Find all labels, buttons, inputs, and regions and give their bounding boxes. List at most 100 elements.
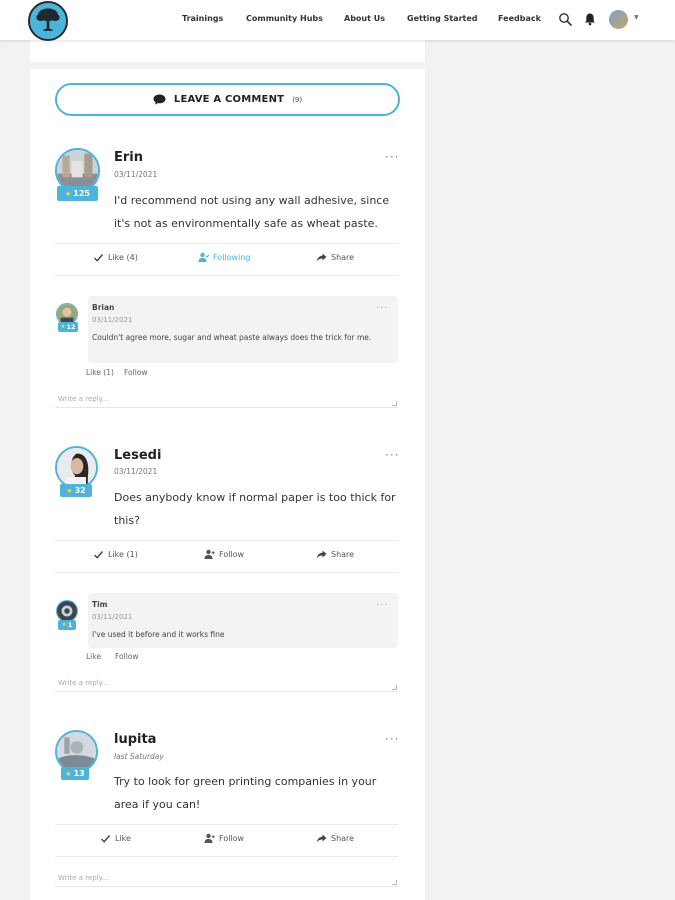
reply-text: I've used it before and it works fine xyxy=(92,630,225,639)
speech-bubble-icon xyxy=(153,94,166,105)
chevron-down-icon[interactable]: ▼ xyxy=(634,14,639,21)
nav-trainings[interactable]: Trainings xyxy=(182,14,223,23)
leave-comment-button[interactable]: LEAVE A COMMENT (9) xyxy=(55,83,400,116)
write-reply-input[interactable]: Write a reply... xyxy=(55,674,398,692)
points-badge: ★ 13 xyxy=(61,767,89,780)
reply-bubble xyxy=(88,296,398,363)
resize-handle-icon[interactable] xyxy=(392,880,397,885)
comment-count: (9) xyxy=(292,95,303,104)
reply-date: 03/11/2021 xyxy=(92,316,133,324)
points-value: 32 xyxy=(74,486,86,495)
reply-author[interactable]: Brian xyxy=(92,303,114,312)
share-arrow-icon xyxy=(316,253,327,262)
points-value: 125 xyxy=(73,189,90,198)
points-value: 13 xyxy=(73,769,85,778)
nav-community-hubs[interactable]: Community Hubs xyxy=(246,14,323,23)
points-badge: ★ 12 xyxy=(58,322,78,332)
avatar-photo xyxy=(57,732,96,771)
divider xyxy=(55,243,398,244)
comment-author[interactable]: lupita xyxy=(114,732,156,747)
more-options-icon[interactable]: ··· xyxy=(385,448,399,462)
user-avatar[interactable] xyxy=(609,10,628,29)
comment-text: Does anybody know if normal paper is too… xyxy=(114,491,396,527)
points-badge: ★ 1 xyxy=(58,620,76,630)
points-badge: ★ 32 xyxy=(60,484,92,497)
comment-date: 03/11/2021 xyxy=(114,467,158,476)
comment-date: last Saturday xyxy=(114,752,164,761)
divider xyxy=(55,275,398,276)
share-button[interactable]: Share xyxy=(316,549,354,560)
share-label: Share xyxy=(331,834,355,843)
reply-like-button[interactable]: Like (1) xyxy=(86,368,114,377)
share-arrow-icon xyxy=(316,550,327,559)
divider xyxy=(55,572,398,573)
star-icon: ★ xyxy=(61,622,67,628)
user-plus-icon xyxy=(204,549,215,559)
star-icon: ★ xyxy=(60,324,66,330)
divider xyxy=(55,856,398,857)
like-button[interactable]: Like xyxy=(100,833,131,844)
more-options-icon[interactable]: ··· xyxy=(376,600,389,611)
nav-getting-started[interactable]: Getting Started xyxy=(407,14,478,23)
like-label: Like (4) xyxy=(108,253,138,262)
share-label: Share xyxy=(331,550,355,559)
top-navigation-bar: Trainings Community Hubs About Us Gettin… xyxy=(0,0,675,41)
divider xyxy=(55,540,398,541)
more-options-icon[interactable]: ··· xyxy=(385,732,399,746)
write-reply-placeholder: Write a reply... xyxy=(58,679,109,687)
comment-author[interactable]: Erin xyxy=(114,150,143,165)
comment-text: Try to look for green printing companies… xyxy=(114,775,377,811)
reply-date: 03/11/2021 xyxy=(92,613,133,621)
reply-author[interactable]: Tim xyxy=(92,600,108,609)
comment-text: I'd recommend not using any wall adhesiv… xyxy=(114,194,390,230)
search-icon[interactable] xyxy=(558,12,572,26)
reply-like-button[interactable]: Like xyxy=(86,652,101,661)
check-icon xyxy=(94,551,104,559)
follow-label: Follow xyxy=(219,834,245,843)
nav-feedback[interactable]: Feedback xyxy=(498,14,541,23)
share-button[interactable]: Share xyxy=(316,833,354,844)
star-icon: ★ xyxy=(66,486,73,495)
avatar-photo xyxy=(57,150,98,191)
bell-icon[interactable] xyxy=(583,12,597,26)
share-button[interactable]: Share xyxy=(316,252,354,263)
more-options-icon[interactable]: ··· xyxy=(385,150,399,164)
follow-button[interactable]: Follow xyxy=(204,549,244,560)
more-options-icon[interactable]: ··· xyxy=(376,303,389,314)
avatar[interactable] xyxy=(55,446,98,489)
follow-button[interactable]: Follow xyxy=(204,833,244,844)
share-label: Share xyxy=(331,253,355,262)
site-logo[interactable] xyxy=(28,1,68,41)
check-icon xyxy=(94,254,104,262)
avatar-photo xyxy=(57,601,77,621)
comment-author[interactable]: Lesedi xyxy=(114,448,161,463)
resize-handle-icon[interactable] xyxy=(392,401,397,406)
like-button[interactable]: Like (4) xyxy=(93,252,138,263)
points-value: 12 xyxy=(66,323,76,331)
write-reply-input[interactable]: Write a reply... xyxy=(55,869,398,887)
user-plus-icon xyxy=(204,833,215,843)
like-button[interactable]: Like (1) xyxy=(93,549,138,560)
user-check-icon xyxy=(198,252,209,262)
reply-avatar[interactable] xyxy=(56,600,78,622)
avatar-photo xyxy=(57,304,77,324)
like-label: Like xyxy=(115,834,131,843)
divider xyxy=(55,824,398,825)
following-button[interactable]: Following xyxy=(198,252,250,263)
comment-date: 03/11/2021 xyxy=(114,170,158,179)
follow-label: Following xyxy=(213,253,251,262)
reply-follow-button[interactable]: Follow xyxy=(115,652,139,661)
avatar-photo xyxy=(57,448,96,487)
nav-about-us[interactable]: About Us xyxy=(344,14,385,23)
reply-follow-button[interactable]: Follow xyxy=(124,368,148,377)
reply-text: Couldn't agree more, sugar and wheat pas… xyxy=(92,333,372,342)
leave-comment-label: LEAVE A COMMENT xyxy=(173,94,285,105)
write-reply-placeholder: Write a reply... xyxy=(58,874,109,882)
write-reply-input[interactable]: Write a reply... xyxy=(55,390,398,408)
write-reply-placeholder: Write a reply... xyxy=(58,395,109,403)
star-icon: ★ xyxy=(65,769,72,778)
points-value: 1 xyxy=(67,621,73,629)
previous-card xyxy=(30,40,425,62)
share-arrow-icon xyxy=(316,834,327,843)
resize-handle-icon[interactable] xyxy=(392,685,397,690)
